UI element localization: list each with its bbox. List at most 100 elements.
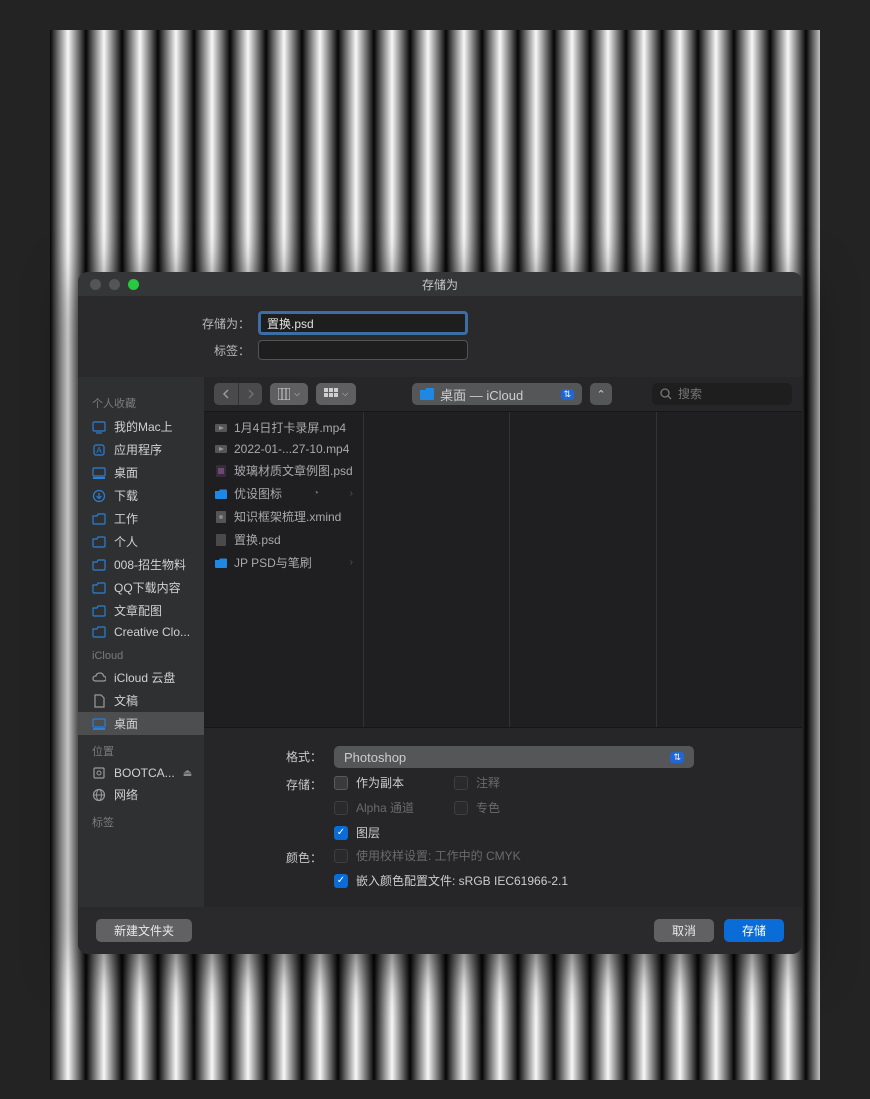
- file-item[interactable]: 玻璃材质文章例图.psd: [204, 459, 363, 482]
- sidebar-item[interactable]: 我的Mac上: [78, 415, 204, 438]
- traffic-lights: [90, 279, 139, 290]
- checkbox-row: Alpha 通道: [334, 799, 414, 816]
- filename-input[interactable]: [258, 311, 468, 335]
- sidebar-item[interactable]: 文稿: [78, 689, 204, 712]
- sidebar-item-label: iCloud 云盘: [114, 669, 175, 686]
- sidebar-item[interactable]: 桌面: [78, 712, 204, 735]
- checkbox-label: 图层: [356, 824, 380, 841]
- checkbox-label: 作为副本: [356, 774, 404, 791]
- file-icon: [214, 510, 228, 524]
- minimize-dot[interactable]: [109, 279, 120, 290]
- file-item[interactable]: JP PSD与笔刷 ›: [204, 551, 363, 574]
- folder-icon: [92, 604, 106, 618]
- tags-input[interactable]: [258, 340, 468, 360]
- save-button[interactable]: 存储: [724, 919, 784, 942]
- folder-icon: [92, 625, 106, 639]
- location-value: 桌面 — iCloud: [440, 385, 523, 404]
- chevron-down-icon: ⌵: [342, 389, 348, 399]
- mac-icon: [92, 420, 106, 434]
- format-select[interactable]: Photoshop ⇅: [334, 746, 694, 768]
- search-box[interactable]: [652, 383, 792, 405]
- checkbox-label: 使用校样设置: 工作中的 CMYK: [356, 847, 521, 864]
- checkbox[interactable]: ✓: [334, 826, 348, 840]
- new-folder-button[interactable]: 新建文件夹: [96, 919, 192, 942]
- sidebar-item-label: 文章配图: [114, 602, 162, 619]
- sidebar-item[interactable]: BOOTCA... ⏏: [78, 763, 204, 783]
- sidebar-item[interactable]: iCloud 云盘: [78, 666, 204, 689]
- sidebar-section-label: iCloud: [78, 646, 204, 666]
- sidebar-item[interactable]: 008-招生物料: [78, 553, 204, 576]
- sidebar-item[interactable]: 文章配图: [78, 599, 204, 622]
- download-icon: [92, 489, 106, 503]
- sidebar-item-label: 网络: [114, 786, 138, 803]
- file-name: 玻璃材质文章例图.psd: [234, 462, 353, 479]
- sidebar-item[interactable]: A应用程序: [78, 438, 204, 461]
- folder-icon: [92, 535, 106, 549]
- close-dot[interactable]: [90, 279, 101, 290]
- group-icon: [324, 388, 338, 400]
- checkbox: [334, 849, 348, 863]
- checkbox-row: 使用校样设置: 工作中的 CMYK: [334, 847, 802, 864]
- file-name: 1月4日打卡录屏.mp4: [234, 419, 346, 436]
- sidebar-item[interactable]: 下载: [78, 484, 204, 507]
- eject-icon[interactable]: ⏏: [183, 768, 192, 779]
- sidebar-section-label: 个人收藏: [78, 391, 204, 415]
- sidebar-item-label: 工作: [114, 510, 138, 527]
- file-icon: [214, 421, 228, 435]
- search-icon: [660, 388, 672, 400]
- checkbox[interactable]: ✓: [334, 874, 348, 888]
- checkbox[interactable]: [334, 776, 348, 790]
- chevron-right-icon: ›: [350, 557, 353, 568]
- folder-icon: [420, 388, 434, 400]
- sidebar-item-label: 008-招生物料: [114, 556, 186, 573]
- file-name: JP PSD与笔刷: [234, 554, 312, 571]
- sidebar-item[interactable]: QQ下载内容: [78, 576, 204, 599]
- color-label: 颜色：: [204, 847, 334, 866]
- empty-column-2: [510, 412, 656, 727]
- view-mode-button[interactable]: ⌵: [270, 383, 308, 405]
- sidebar-item-label: BOOTCA...: [114, 766, 175, 780]
- doc-icon: [92, 694, 106, 708]
- checkbox-row[interactable]: ✓嵌入颜色配置文件: sRGB IEC61966-2.1: [334, 872, 802, 889]
- recent-icon: ◔: [313, 488, 319, 499]
- store-label: 存储：: [204, 774, 334, 793]
- file-item[interactable]: 2022-01-...27-10.mp4: [204, 439, 363, 459]
- forward-button[interactable]: [238, 383, 262, 405]
- updown-icon: ⇅: [670, 752, 684, 763]
- file-column: 1月4日打卡录屏.mp4 2022-01-...27-10.mp4 玻璃材质文章例图…: [204, 412, 364, 727]
- save-as-label: 存储为：: [78, 315, 258, 332]
- file-item[interactable]: 优设图标◔›: [204, 482, 363, 505]
- file-name: 优设图标: [234, 485, 282, 502]
- file-browser: 1月4日打卡录屏.mp4 2022-01-...27-10.mp4 玻璃材质文章例图…: [204, 411, 802, 728]
- sidebar-item[interactable]: 工作: [78, 507, 204, 530]
- sidebar-item[interactable]: Creative Clo...: [78, 622, 204, 642]
- checkbox: [334, 801, 348, 815]
- app-icon: A: [92, 443, 106, 457]
- sidebar-item-label: Creative Clo...: [114, 625, 190, 639]
- file-item[interactable]: 置换.psd: [204, 528, 363, 551]
- collapse-button[interactable]: ⌃: [590, 383, 612, 405]
- file-item[interactable]: 1月4日打卡录屏.mp4: [204, 416, 363, 439]
- sidebar-section-label: 位置: [78, 739, 204, 763]
- group-button[interactable]: ⌵: [316, 383, 356, 405]
- cancel-button[interactable]: 取消: [654, 919, 714, 942]
- sidebar-item[interactable]: 桌面: [78, 461, 204, 484]
- file-name: 置换.psd: [234, 531, 281, 548]
- checkbox: [454, 776, 468, 790]
- sidebar-item[interactable]: 个人: [78, 530, 204, 553]
- cloud-icon: [92, 671, 106, 685]
- sidebar-item[interactable]: 网络: [78, 783, 204, 806]
- sidebar-item-label: 桌面: [114, 715, 138, 732]
- checkbox-row[interactable]: ✓ 图层: [334, 824, 414, 841]
- toolbar: ⌵ ⌵ 桌面 — iCloud ⇅ ⌃: [204, 377, 802, 411]
- search-input[interactable]: [678, 387, 802, 401]
- back-button[interactable]: [214, 383, 238, 405]
- sidebar-item-label: 桌面: [114, 464, 138, 481]
- zoom-dot[interactable]: [128, 279, 139, 290]
- save-as-dialog: 存储为 存储为： 标签： 个人收藏我的Mac上A应用程序桌面下载工作个人008-…: [78, 272, 802, 954]
- file-item[interactable]: 知识框架梳理.xmind: [204, 505, 363, 528]
- checkbox-row[interactable]: 作为副本: [334, 774, 414, 791]
- folder-icon: [92, 581, 106, 595]
- format-label: 格式：: [204, 746, 334, 765]
- location-select[interactable]: 桌面 — iCloud ⇅: [412, 383, 582, 405]
